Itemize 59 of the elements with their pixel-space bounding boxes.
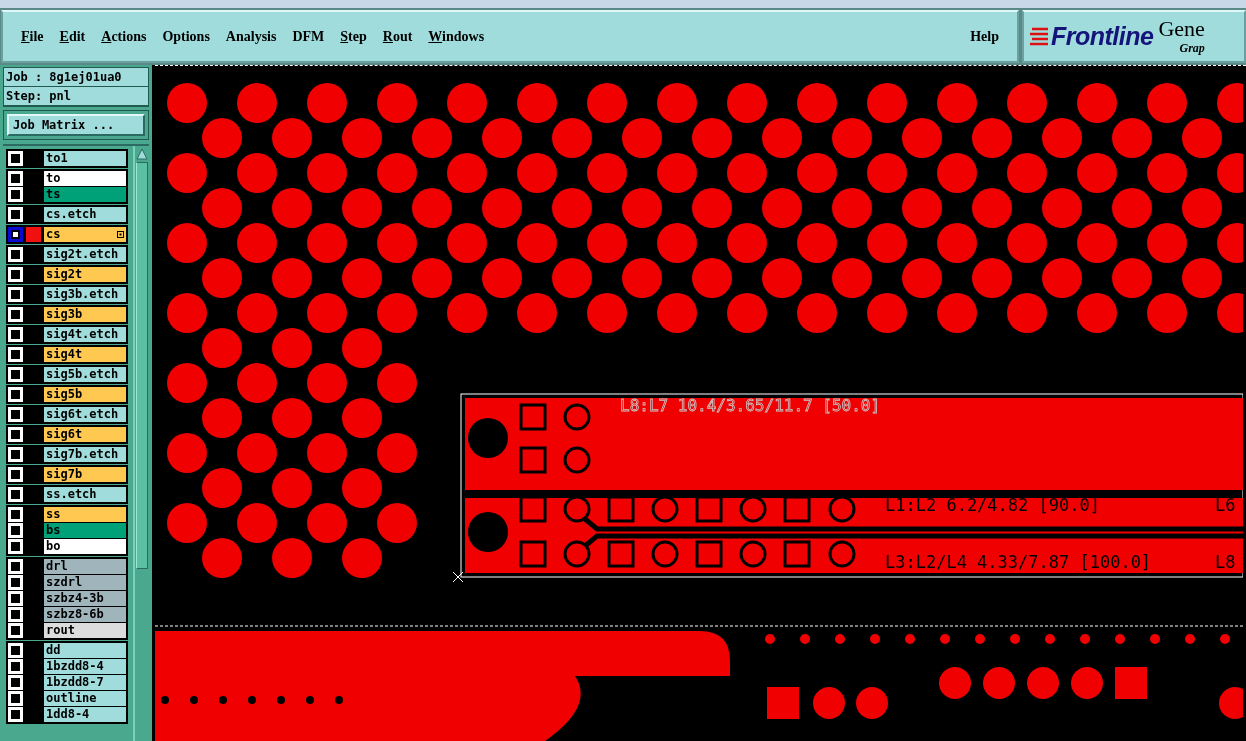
layer-name[interactable]: sig4t — [44, 347, 126, 362]
layer-name[interactable]: sig7b — [44, 467, 126, 482]
layer-name[interactable]: sig2t.etch — [44, 247, 126, 262]
menu-item[interactable]: Windows — [420, 28, 493, 45]
job-matrix-button[interactable]: Job Matrix ... — [7, 114, 145, 136]
layer-name[interactable]: sig3b — [44, 307, 126, 322]
layer-name[interactable]: szbz8-6b — [44, 607, 126, 622]
scroll-thumb[interactable] — [136, 162, 148, 569]
layer-name[interactable]: ts — [44, 187, 126, 202]
help-menu[interactable]: Help — [962, 28, 1007, 45]
layer-name[interactable]: szbz4-3b — [44, 591, 126, 606]
layer-name[interactable]: outline — [44, 691, 126, 706]
layer-name[interactable]: sig3b.etch — [44, 287, 126, 302]
menu-item[interactable]: Actions — [93, 28, 155, 45]
menu-item[interactable]: File — [13, 28, 52, 45]
job-name: Job : 8g1ej01ua0 — [4, 68, 148, 87]
trace-label: L8 — [1215, 552, 1236, 572]
trace-label: L8:L7 10.4/3.65/11.7 [50.0] — [620, 396, 881, 415]
layer-name[interactable]: sig6t — [44, 427, 126, 442]
trace-label: L1:L2 6.2/4.82 [90.0] — [885, 495, 1100, 515]
layer-name[interactable]: sig5b — [44, 387, 126, 402]
trace-label: L6 — [1215, 495, 1236, 515]
layer-name[interactable]: to1 — [44, 151, 126, 166]
layer-name[interactable]: drl — [44, 559, 126, 574]
product-subtitle: Grap — [1179, 41, 1205, 56]
layer-name[interactable]: ss — [44, 507, 126, 522]
brand-name: Frontline — [1051, 22, 1154, 51]
scroll-up-icon[interactable] — [136, 148, 148, 160]
layer-name[interactable]: cs — [44, 227, 126, 242]
layer-name[interactable]: sig5b.etch — [44, 367, 126, 382]
layer-name[interactable]: sig4t.etch — [44, 327, 126, 342]
layer-name[interactable]: sig7b.etch — [44, 447, 126, 462]
menu-item[interactable]: Edit — [51, 28, 94, 45]
layer-name[interactable]: szdrl — [44, 575, 126, 590]
layer-name[interactable]: bs — [44, 523, 126, 538]
menu-item[interactable]: Options — [154, 28, 218, 45]
trace-label: L3:L2/L4 4.33/7.87 [100.0] — [885, 552, 1152, 572]
menu-item[interactable]: DFM — [284, 28, 333, 45]
layer-name[interactable]: bo — [44, 539, 126, 554]
menu-item[interactable]: Step — [332, 28, 375, 45]
features-icon — [117, 231, 124, 238]
layer-name[interactable]: sig2t — [44, 267, 126, 282]
layer-name[interactable]: rout — [44, 623, 126, 638]
layer-name[interactable]: ss.etch — [44, 487, 126, 502]
step-name: Step: pnl — [4, 87, 148, 106]
layer-name[interactable]: to — [44, 171, 126, 186]
layer-name[interactable]: 1dd8-4 — [44, 707, 126, 722]
speed-lines-icon — [1030, 25, 1050, 48]
layer-checkbox[interactable] — [8, 227, 23, 242]
layer-name[interactable]: 1bzdd8-7 — [44, 675, 126, 690]
scrollbar[interactable] — [133, 146, 149, 741]
layer-display-swatch[interactable] — [26, 227, 41, 242]
layer-name[interactable]: cs.etch — [44, 207, 126, 222]
menu-item[interactable]: Analysis — [217, 28, 285, 45]
layer-name[interactable]: 1bzdd8-4 — [44, 659, 126, 674]
layer-name[interactable]: sig6t.etch — [44, 407, 126, 422]
product-name: Gene — [1158, 17, 1205, 41]
menu-item[interactable]: Rout — [374, 28, 421, 45]
layer-name[interactable]: dd — [44, 643, 126, 658]
